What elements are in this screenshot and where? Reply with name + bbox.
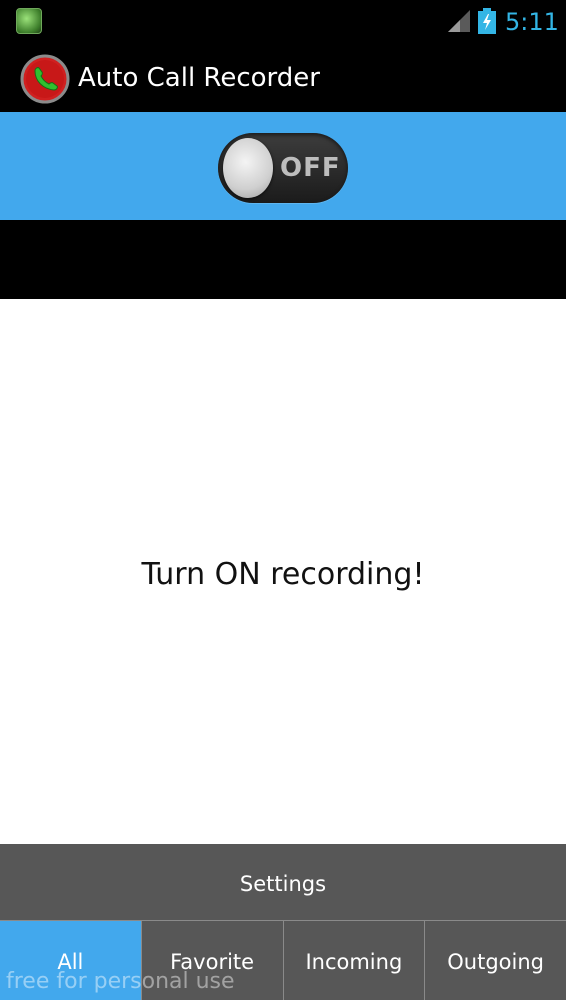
status-bar: 5:11	[0, 0, 566, 44]
cell-signal-icon	[448, 10, 470, 32]
settings-button[interactable]: Settings	[0, 844, 566, 920]
app-notification-icon	[16, 8, 42, 34]
spacer-band	[0, 220, 566, 299]
action-bar: Auto Call Recorder	[0, 44, 566, 112]
app-title: Auto Call Recorder	[78, 63, 320, 93]
toggle-knob[interactable]	[223, 138, 273, 198]
toggle-state-label: OFF	[280, 153, 341, 183]
recording-toggle-switch[interactable]: OFF	[218, 133, 348, 203]
tab-incoming[interactable]: Incoming	[283, 921, 426, 1000]
tab-label: Outgoing	[447, 950, 544, 974]
settings-label: Settings	[239, 872, 327, 896]
recordings-list-area: Turn ON recording!	[0, 299, 566, 844]
empty-state-message: Turn ON recording!	[141, 557, 425, 592]
tab-outgoing[interactable]: Outgoing	[425, 921, 566, 1000]
battery-charging-icon	[478, 8, 496, 34]
recording-toggle-band: OFF	[0, 112, 566, 220]
tab-label: Incoming	[305, 950, 403, 974]
phone-screen: 5:11 Auto Call Recorder OFF Turn ON reco…	[0, 0, 566, 1000]
filter-tabs: All Favorite Incoming Outgoing	[0, 920, 566, 1000]
tab-label: Favorite	[170, 950, 255, 974]
tab-label: All	[57, 950, 84, 974]
tab-all[interactable]: All	[0, 921, 142, 1000]
status-clock: 5:11	[505, 8, 559, 36]
tab-favorite[interactable]: Favorite	[141, 921, 284, 1000]
phone-record-icon[interactable]	[20, 54, 70, 104]
